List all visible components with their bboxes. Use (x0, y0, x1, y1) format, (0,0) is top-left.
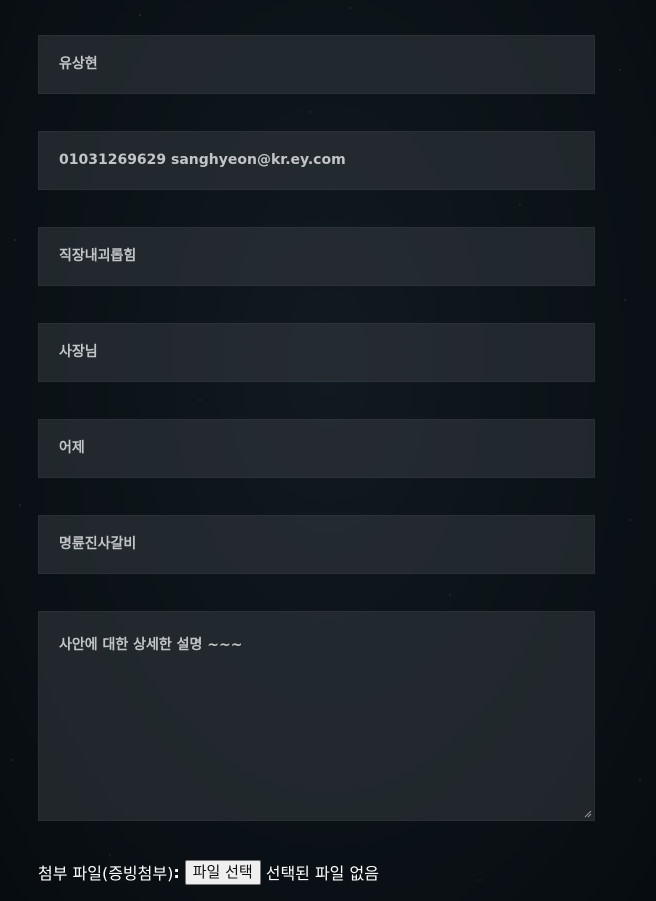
description-textarea[interactable]: 사안에 대한 상세한 설명 ~~~ (38, 611, 595, 821)
report-form: 유상현 01031269629 sanghyeon@kr.ey.com 직장내괴… (38, 35, 595, 821)
contact-input[interactable]: 01031269629 sanghyeon@kr.ey.com (38, 131, 595, 190)
choose-file-button[interactable]: 파일 선택 (184, 859, 261, 885)
attachment-label-colon: : (173, 862, 180, 882)
resize-handle-icon[interactable] (584, 810, 592, 818)
target-person-input[interactable]: 사장님 (38, 323, 595, 382)
date-input[interactable]: 어제 (38, 419, 595, 478)
attachment-row: 첨부 파일(증빙첨부): 파일 선택 선택된 파일 없음 (38, 858, 379, 886)
incident-type-input[interactable]: 직장내괴롭힘 (38, 227, 595, 286)
attachment-label: 첨부 파일(증빙첨부) (38, 864, 174, 883)
place-input[interactable]: 명륜진사갈비 (38, 515, 595, 574)
name-input[interactable]: 유상현 (38, 35, 595, 94)
description-text: 사안에 대한 상세한 설명 ~~~ (59, 637, 243, 653)
file-status-text: 선택된 파일 없음 (265, 864, 379, 883)
